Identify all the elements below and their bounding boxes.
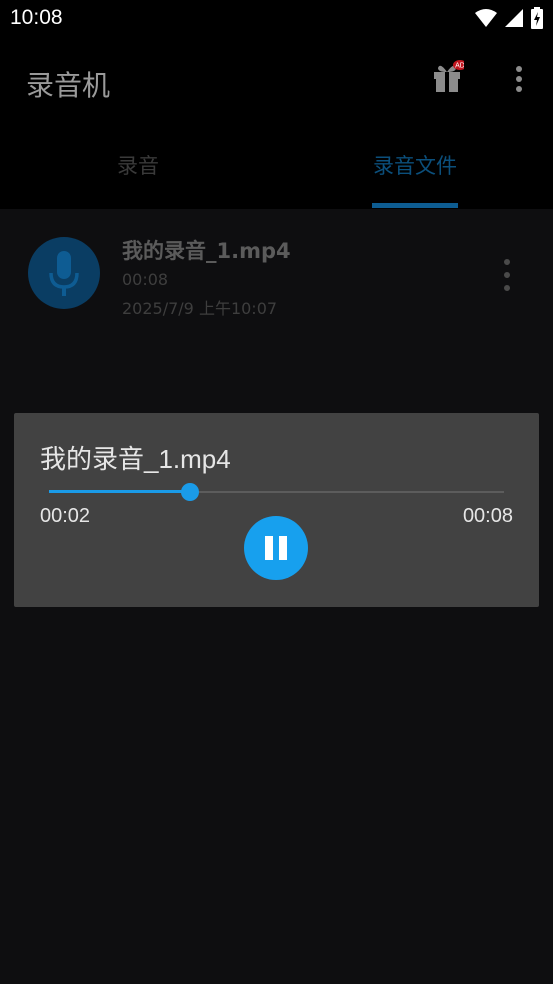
seek-bar[interactable] — [49, 481, 504, 503]
seek-thumb[interactable] — [181, 483, 200, 501]
recording-name: 我的录音_1.mp4 — [122, 239, 291, 263]
status-icons — [475, 7, 543, 29]
wifi-icon — [475, 9, 497, 27]
tab-recording-files[interactable]: 录音文件 — [277, 124, 553, 209]
more-options-button[interactable] — [504, 64, 534, 94]
pause-button[interactable] — [244, 516, 308, 580]
seek-progress — [49, 490, 191, 493]
ad-badge: AD — [455, 63, 464, 70]
signal-icon — [505, 9, 523, 27]
recording-duration: 00:08 — [122, 270, 169, 289]
current-time: 00:02 — [40, 505, 91, 527]
recording-more-button[interactable] — [494, 257, 520, 293]
tab-bar: 录音 录音文件 — [0, 124, 553, 209]
recording-list-item[interactable]: 我的录音_1.mp4 00:08 2025/7/9 上午10:07 — [0, 209, 553, 329]
tab-indicator — [372, 203, 458, 208]
microphone-icon — [49, 251, 79, 296]
app-title: 录音机 — [26, 69, 111, 102]
battery-charging-icon — [531, 7, 543, 29]
player-title: 我的录音_1.mp4 — [40, 444, 231, 474]
more-vert-icon — [504, 259, 510, 291]
status-bar: 10:08 — [0, 0, 553, 38]
pause-icon — [265, 536, 287, 560]
tab-record[interactable]: 录音 — [0, 124, 276, 209]
app-bar: 录音机 AD — [0, 38, 553, 124]
more-vert-icon — [516, 66, 522, 92]
mic-avatar — [28, 237, 100, 309]
player-dialog: 我的录音_1.mp4 00:02 00:08 — [14, 413, 539, 607]
recording-date: 2025/7/9 上午10:07 — [122, 299, 278, 318]
gift-ad-button[interactable]: AD — [432, 60, 467, 94]
gift-icon: AD — [434, 60, 467, 92]
status-time: 10:08 — [10, 6, 63, 29]
total-time: 00:08 — [462, 505, 513, 527]
